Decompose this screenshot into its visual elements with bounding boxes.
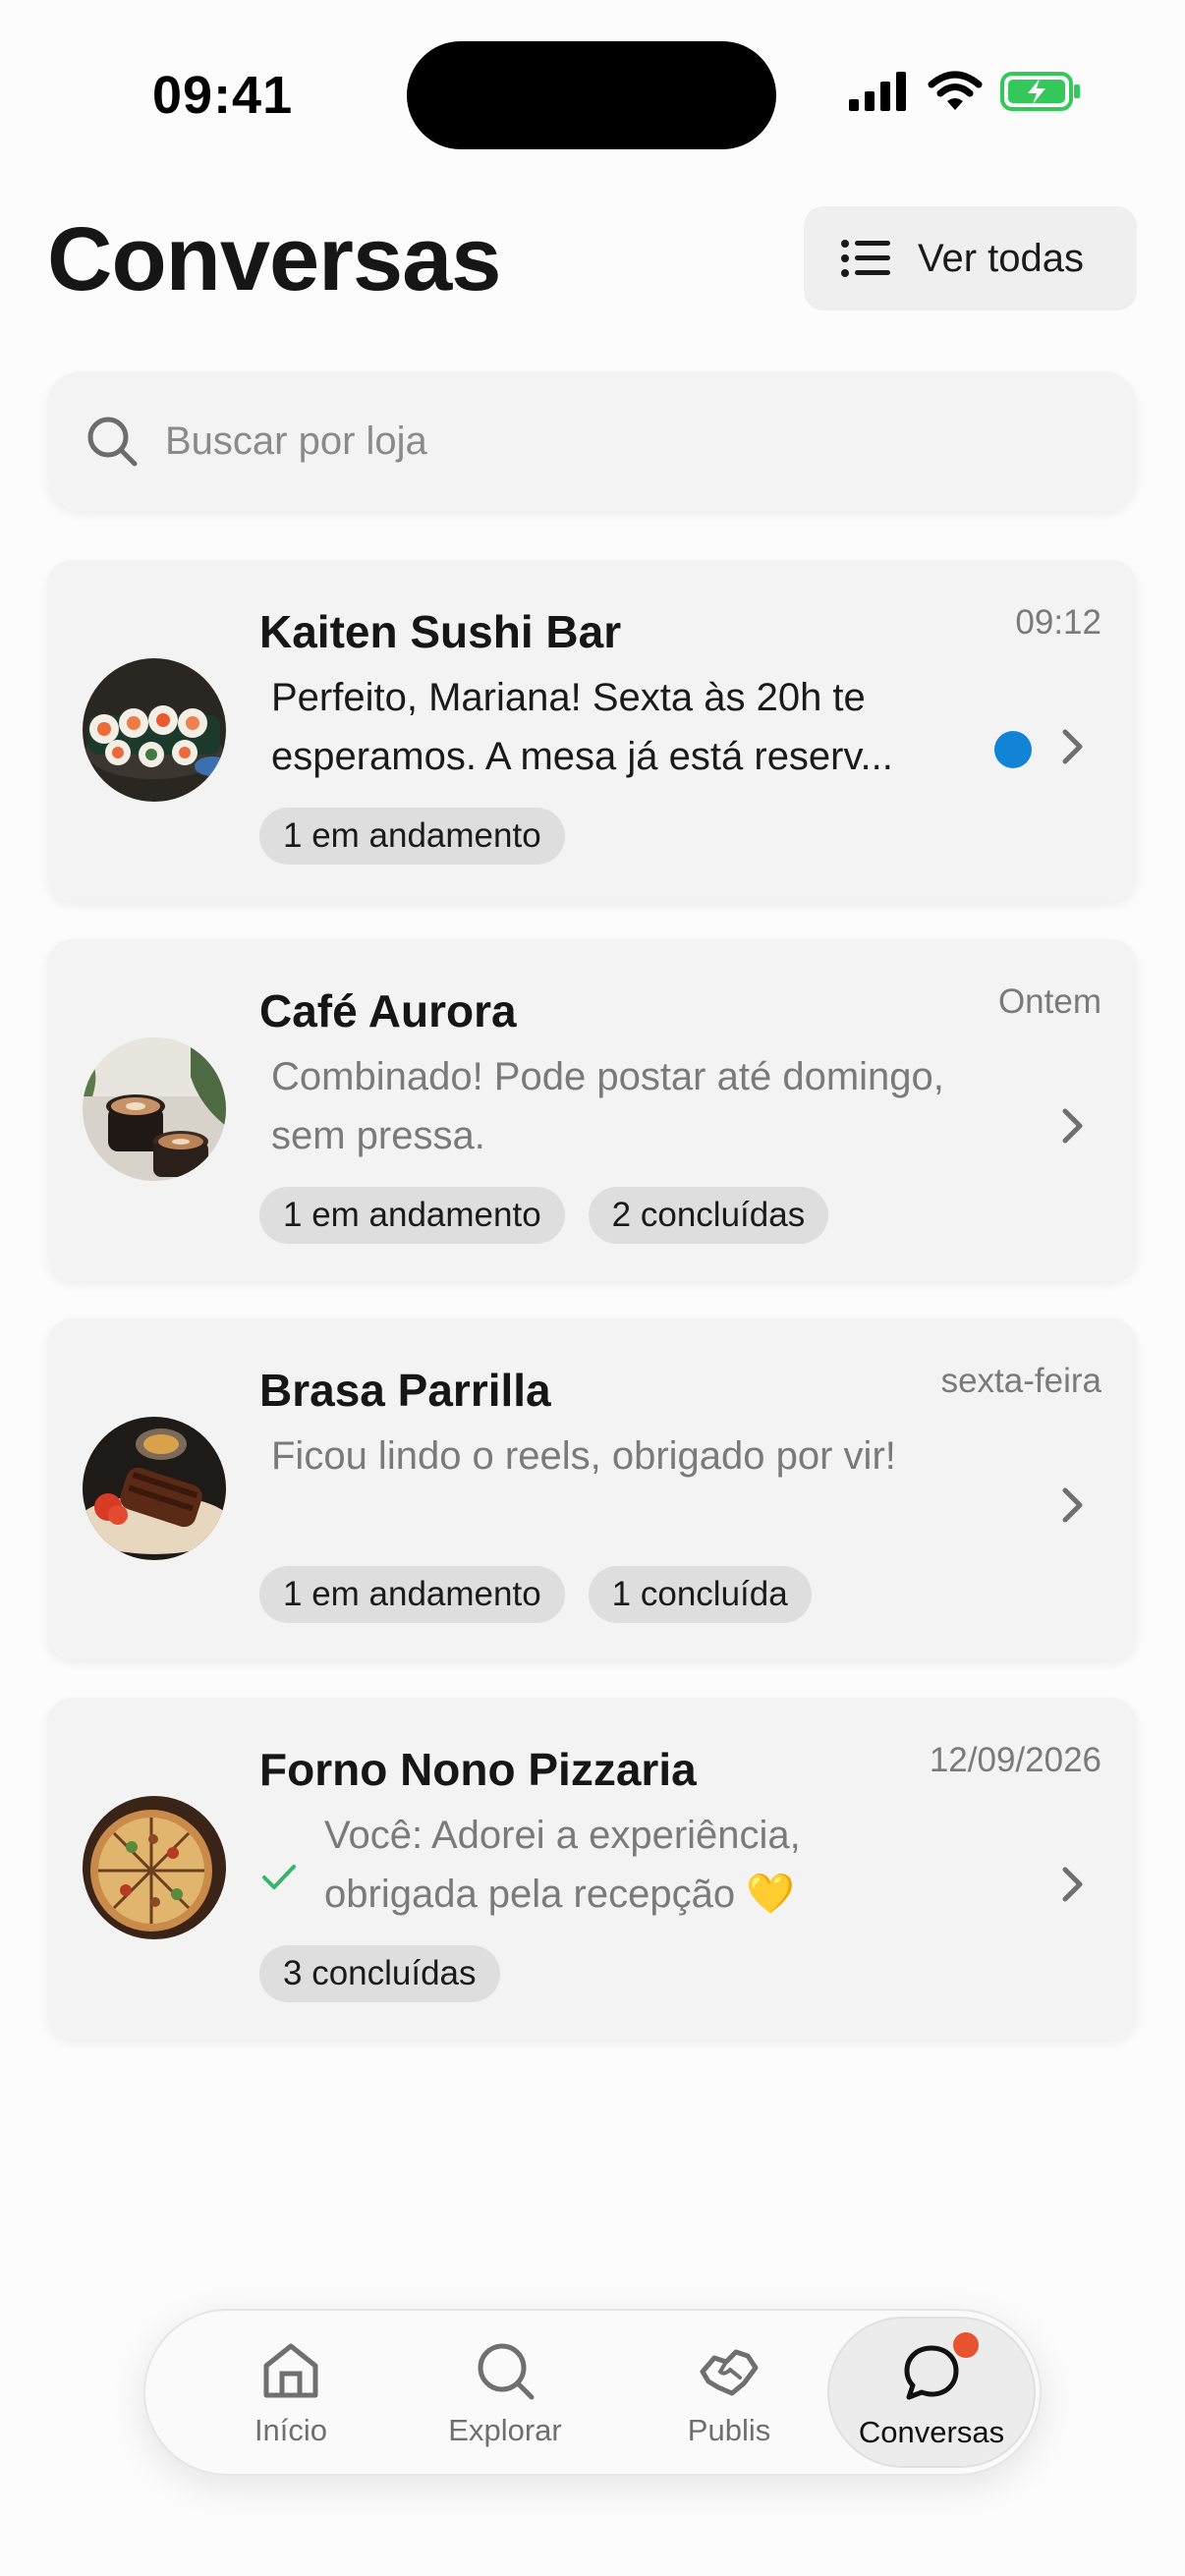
tab-conversas[interactable]: Conversas bbox=[827, 2317, 1036, 2468]
last-message-preview: Combinado! Pode postar até domingo, sem … bbox=[271, 1055, 944, 1157]
notification-badge bbox=[953, 2332, 979, 2358]
conversation-card-cafe-aurora[interactable]: Café Aurora Ontem Combinado! Pode postar… bbox=[47, 939, 1137, 1281]
sent-check-icon bbox=[262, 1865, 296, 1889]
conversation-card-forno-nono-pizzaria[interactable]: Forno Nono Pizzaria 12/09/2026 Você: Ado… bbox=[47, 1698, 1137, 2040]
status-chips: 3 concluídas bbox=[259, 1945, 500, 2002]
dynamic-island bbox=[407, 41, 776, 149]
chevron-right-icon bbox=[1062, 729, 1083, 764]
tab-publis[interactable]: Publis bbox=[625, 2317, 833, 2468]
last-message-preview: Ficou lindo o reels, obrigado por vir! bbox=[271, 1434, 896, 1478]
last-message-time: Ontem bbox=[997, 982, 1101, 1021]
status-chips: 1 em andamento 1 concluída bbox=[259, 1566, 812, 1623]
chevron-right-icon bbox=[1062, 1867, 1083, 1902]
status-chips: 1 em andamento bbox=[259, 808, 565, 865]
unread-indicator bbox=[994, 731, 1032, 768]
store-avatar bbox=[83, 1796, 226, 1939]
page-title: Conversas bbox=[47, 209, 501, 309]
status-chip: 2 concluídas bbox=[588, 1187, 829, 1244]
view-all-label: Ver todas bbox=[918, 236, 1085, 280]
last-message-preview: Você: Adorei a experiência, obrigada pel… bbox=[324, 1814, 801, 1916]
status-bar: 09:41 bbox=[0, 0, 1185, 187]
cellular-signal-icon bbox=[849, 72, 906, 111]
store-avatar bbox=[83, 1037, 226, 1181]
wifi-icon bbox=[928, 71, 983, 110]
conversation-card-kaiten-sushi-bar[interactable]: Kaiten Sushi Bar 09:12 Perfeito, Mariana… bbox=[47, 560, 1137, 902]
tab-explorar[interactable]: Explorar bbox=[401, 2317, 609, 2468]
handshake-icon bbox=[700, 2349, 759, 2396]
store-avatar bbox=[83, 658, 226, 802]
home-icon bbox=[263, 2343, 318, 2398]
view-all-button[interactable]: Ver todas bbox=[804, 206, 1137, 310]
last-message-time: 12/09/2026 bbox=[929, 1741, 1101, 1779]
list-icon bbox=[841, 240, 890, 277]
chevron-right-icon bbox=[1062, 1487, 1083, 1523]
search-bar[interactable] bbox=[47, 371, 1137, 511]
tab-label: Publis bbox=[687, 2413, 771, 2447]
store-name: Forno Nono Pizzaria bbox=[259, 1744, 697, 1795]
status-icons bbox=[849, 71, 1081, 112]
battery-charging-icon bbox=[1000, 72, 1080, 111]
tab-label: Início bbox=[254, 2413, 328, 2447]
store-avatar bbox=[83, 1417, 226, 1560]
status-time: 09:41 bbox=[152, 66, 294, 125]
status-chip: 1 em andamento bbox=[259, 1187, 565, 1244]
last-message-time: 09:12 bbox=[1015, 603, 1101, 642]
chevron-right-icon bbox=[1062, 1108, 1083, 1144]
status-chip: 1 concluída bbox=[588, 1566, 812, 1623]
store-name: Brasa Parrilla bbox=[259, 1365, 551, 1416]
status-chip: 1 em andamento bbox=[259, 1566, 565, 1623]
store-name: Café Aurora bbox=[259, 985, 517, 1036]
search-icon bbox=[478, 2343, 535, 2400]
conversation-card-brasa-parrilla[interactable]: Brasa Parrilla sexta-feira Ficou lindo o… bbox=[47, 1318, 1137, 1660]
store-name: Kaiten Sushi Bar bbox=[259, 606, 622, 657]
status-chip: 3 concluídas bbox=[259, 1945, 500, 2002]
search-input[interactable] bbox=[165, 419, 1049, 464]
last-message-preview: Perfeito, Mariana! Sexta às 20h te esper… bbox=[271, 676, 893, 778]
tab-inicio[interactable]: Início bbox=[187, 2317, 395, 2468]
tab-label: Conversas bbox=[858, 2415, 1005, 2449]
status-chip: 1 em andamento bbox=[259, 808, 565, 865]
search-icon bbox=[87, 417, 138, 467]
status-chips: 1 em andamento 2 concluídas bbox=[259, 1187, 829, 1244]
tab-label: Explorar bbox=[448, 2413, 562, 2447]
bottom-tab-bar: Início Explorar Publis Conversas bbox=[143, 2309, 1042, 2476]
last-message-time: sexta-feira bbox=[940, 1362, 1101, 1400]
